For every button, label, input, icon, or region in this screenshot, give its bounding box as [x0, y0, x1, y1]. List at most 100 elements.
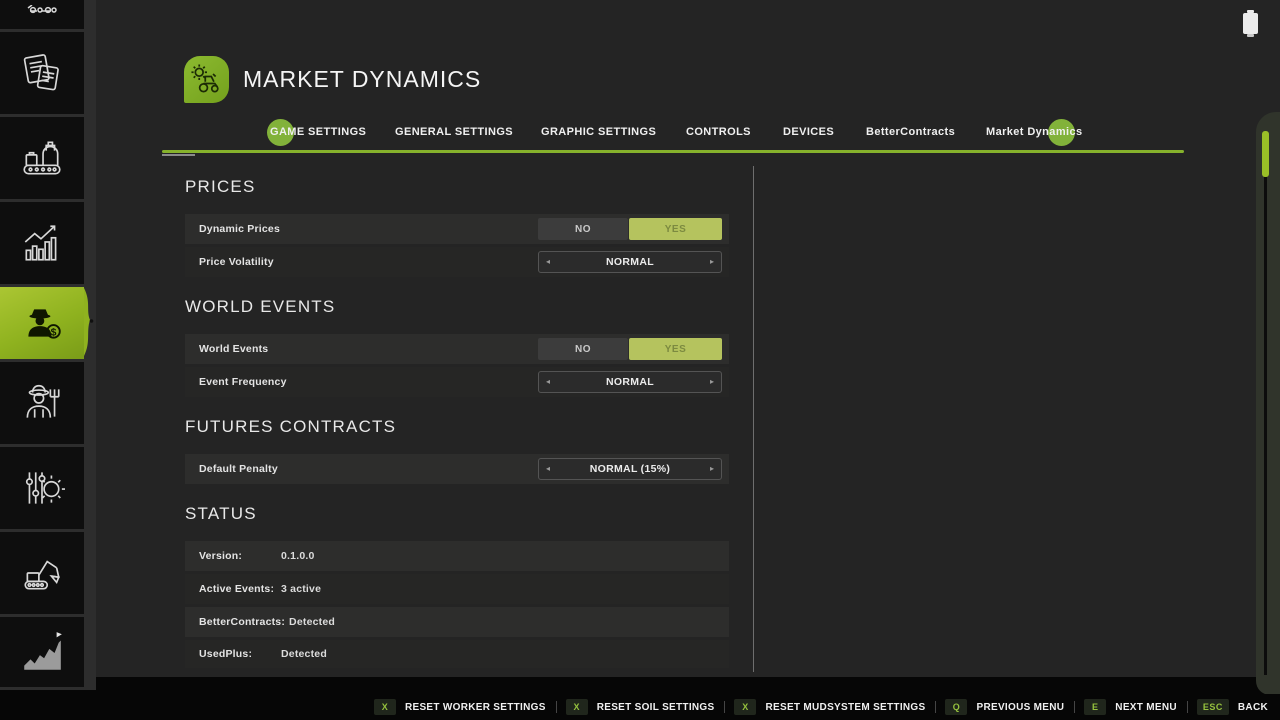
key-x-badge: X — [566, 699, 588, 715]
sidebar-item-contracts[interactable] — [0, 32, 84, 114]
tab-graphic-settings[interactable]: GRAPHIC SETTINGS — [541, 126, 656, 138]
status-value: Detected — [281, 648, 327, 660]
footer-hints-bar: X RESET WORKER SETTINGS X RESET SOIL SET… — [0, 694, 1280, 720]
scrollbar — [1256, 112, 1280, 695]
hint-back[interactable]: ESC BACK — [1197, 699, 1268, 715]
section-title-prices: PRICES — [185, 178, 729, 196]
svg-text:$: $ — [51, 328, 57, 339]
price-volatility-selector[interactable]: ◂ NORMAL ▸ — [538, 251, 722, 273]
section-title-world-events: WORLD EVENTS — [185, 298, 729, 316]
setting-label: Price Volatility — [185, 256, 274, 268]
hint-label: RESET MUDSYSTEM SETTINGS — [765, 702, 925, 713]
excavator-icon — [19, 550, 65, 596]
section-title-futures-contracts: FUTURES CONTRACTS — [185, 418, 729, 436]
scrollbar-track[interactable] — [1264, 177, 1267, 675]
status-label: UsedPlus: — [185, 648, 277, 660]
workers-icon — [19, 380, 65, 426]
status-value: 0.1.0.0 — [281, 550, 315, 562]
page-title: MARKET DYNAMICS — [243, 66, 481, 93]
battery-icon — [1243, 13, 1258, 34]
sidebar-selected-bump — [84, 288, 94, 356]
hint-separator — [1187, 701, 1188, 713]
contracts-icon — [19, 50, 65, 96]
tab-bettercontracts[interactable]: BetterContracts — [866, 126, 955, 138]
tab-bar: GAME SETTINGS GENERAL SETTINGS GRAPHIC S… — [0, 118, 1280, 148]
hint-reset-soil-settings[interactable]: X RESET SOIL SETTINGS — [566, 699, 725, 715]
setting-row-dynamic-prices: Dynamic Prices NO YES — [185, 214, 729, 244]
sidebar-item-excavator[interactable] — [0, 532, 84, 614]
toggle-option-no[interactable]: NO — [538, 218, 628, 240]
tab-underline — [162, 150, 1184, 153]
toggle-option-no[interactable]: NO — [538, 338, 628, 360]
selector-value: NORMAL — [606, 256, 654, 268]
tab-controls[interactable]: CONTROLS — [686, 126, 751, 138]
toggle-option-yes[interactable]: YES — [629, 218, 722, 240]
setting-label: Event Frequency — [185, 376, 287, 388]
setting-label: Dynamic Prices — [185, 223, 280, 235]
tab-market-dynamics[interactable]: Market Dynamics — [986, 126, 1083, 138]
setting-label: World Events — [185, 343, 268, 355]
scrollbar-thumb[interactable] — [1262, 131, 1269, 177]
hint-separator — [935, 701, 936, 713]
selector-next-icon[interactable]: ▸ — [703, 372, 721, 392]
hint-reset-worker-settings[interactable]: X RESET WORKER SETTINGS — [374, 699, 556, 715]
key-x-badge: X — [374, 699, 396, 715]
status-label: Active Events: — [185, 583, 277, 595]
tab-game-settings[interactable]: GAME SETTINGS — [270, 126, 366, 138]
section-title-status: STATUS — [185, 505, 729, 523]
setting-row-event-frequency: Event Frequency ◂ NORMAL ▸ — [185, 367, 729, 397]
status-row-usedplus: UsedPlus: Detected — [185, 640, 729, 668]
statistics-icon — [19, 220, 65, 266]
market-dynamics-settings-screen: $ — [0, 0, 1280, 720]
status-value: Detected — [289, 616, 335, 628]
selector-next-icon[interactable]: ▸ — [703, 252, 721, 272]
hint-reset-mudsystem-settings[interactable]: X RESET MUDSYSTEM SETTINGS — [734, 699, 935, 715]
sidebar-item-market-dynamics[interactable]: $ — [0, 287, 84, 359]
key-q-badge: Q — [945, 699, 967, 715]
hint-next-menu[interactable]: E NEXT MENU — [1084, 699, 1187, 715]
tab-general-settings[interactable]: GENERAL SETTINGS — [395, 126, 513, 138]
key-esc-badge: ESC — [1197, 699, 1229, 715]
selector-value: NORMAL (15%) — [590, 463, 670, 475]
vehicle-settings-icon — [19, 465, 65, 511]
status-row-bettercontracts: BetterContracts: Detected — [185, 607, 729, 637]
key-e-badge: E — [1084, 699, 1106, 715]
status-label: Version: — [185, 550, 277, 562]
sidebar-item-growth[interactable] — [0, 617, 84, 687]
dynamic-prices-toggle: NO YES — [538, 218, 722, 240]
toggle-option-yes[interactable]: YES — [629, 338, 722, 360]
selector-value: NORMAL — [606, 376, 654, 388]
mod-logo — [184, 56, 229, 103]
selector-prev-icon[interactable]: ◂ — [539, 252, 557, 272]
event-frequency-selector[interactable]: ◂ NORMAL ▸ — [538, 371, 722, 393]
hint-label: NEXT MENU — [1115, 702, 1177, 713]
content-divider — [753, 166, 754, 672]
tab-devices[interactable]: DEVICES — [783, 126, 834, 138]
selector-next-icon[interactable]: ▸ — [703, 459, 721, 479]
selector-prev-icon[interactable]: ◂ — [539, 372, 557, 392]
sidebar-item-statistics[interactable] — [0, 202, 84, 284]
sidebar-item-workers[interactable] — [0, 362, 84, 444]
hint-separator — [1074, 701, 1075, 713]
hint-label: PREVIOUS MENU — [976, 702, 1064, 713]
status-row-active-events: Active Events: 3 active — [185, 574, 729, 604]
setting-row-default-penalty: Default Penalty ◂ NORMAL (15%) ▸ — [185, 454, 729, 484]
hint-previous-menu[interactable]: Q PREVIOUS MENU — [945, 699, 1074, 715]
hint-separator — [556, 701, 557, 713]
growth-chart-icon — [19, 629, 65, 675]
market-dynamics-icon: $ — [19, 300, 65, 346]
selector-prev-icon[interactable]: ◂ — [539, 459, 557, 479]
sidebar: $ — [0, 0, 96, 690]
default-penalty-selector[interactable]: ◂ NORMAL (15%) ▸ — [538, 458, 722, 480]
status-label: BetterContracts: — [185, 616, 285, 628]
tractor-gear-logo-icon — [188, 61, 226, 99]
setting-label: Default Penalty — [185, 463, 278, 475]
hint-label: BACK — [1238, 702, 1268, 713]
hint-separator — [724, 701, 725, 713]
hint-label: RESET WORKER SETTINGS — [405, 702, 546, 713]
hint-label: RESET SOIL SETTINGS — [597, 702, 715, 713]
setting-row-world-events: World Events NO YES — [185, 334, 729, 364]
sidebar-item-vehicle-settings[interactable] — [0, 447, 84, 529]
sidebar-item-vehicles[interactable] — [0, 0, 84, 29]
settings-panel: PRICES Dynamic Prices NO YES Price Volat… — [185, 178, 729, 668]
